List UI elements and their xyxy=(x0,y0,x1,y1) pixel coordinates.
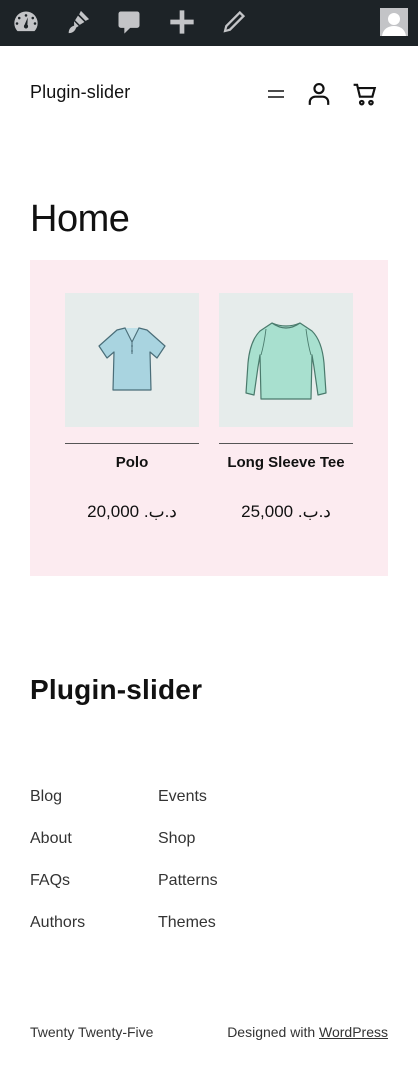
credit-prefix: Designed with xyxy=(227,1024,316,1040)
product-price: د.ب. 20,000 xyxy=(87,502,177,521)
product-name[interactable]: Long Sleeve Tee xyxy=(219,454,353,471)
account-icon[interactable] xyxy=(305,80,333,108)
comments-icon[interactable] xyxy=(114,7,144,37)
footer-link-patterns[interactable]: Patterns xyxy=(158,872,218,890)
footer-link-faqs[interactable]: FAQs xyxy=(30,872,70,890)
user-avatar-icon[interactable] xyxy=(380,8,408,36)
menu-icon[interactable] xyxy=(262,80,290,108)
page-title: Home xyxy=(30,198,130,240)
product-name[interactable]: Polo xyxy=(65,454,199,471)
footer-link-events[interactable]: Events xyxy=(158,788,207,806)
cart-icon[interactable] xyxy=(351,80,379,108)
footer-link-themes[interactable]: Themes xyxy=(158,914,216,932)
dashboard-icon[interactable] xyxy=(11,7,41,37)
admin-bar xyxy=(0,0,418,46)
footer-link-authors[interactable]: Authors xyxy=(30,914,85,932)
product-collection: Polo د.ب. 20,000 Long Sleeve Tee د.ب. 25… xyxy=(30,260,388,576)
wordpress-link[interactable]: WordPress xyxy=(319,1024,388,1040)
new-content-plus-icon[interactable] xyxy=(167,7,197,37)
product-card: Long Sleeve Tee د.ب. 25,000 xyxy=(219,293,353,522)
footer-link-blog[interactable]: Blog xyxy=(30,788,62,806)
footer-link-shop[interactable]: Shop xyxy=(158,830,195,848)
product-divider xyxy=(219,443,353,444)
customize-brush-icon[interactable] xyxy=(63,7,93,37)
site-title-link[interactable]: Plugin-slider xyxy=(30,82,130,103)
polo-shirt-image[interactable] xyxy=(65,293,199,427)
product-price: د.ب. 25,000 xyxy=(241,502,331,521)
designed-with-credit: Designed with WordPress xyxy=(227,1024,388,1040)
product-divider xyxy=(65,443,199,444)
edit-pencil-icon[interactable] xyxy=(219,7,249,37)
theme-credit: Twenty Twenty-Five xyxy=(30,1024,154,1040)
footer-site-title[interactable]: Plugin-slider xyxy=(30,674,202,706)
footer-link-about[interactable]: About xyxy=(30,830,72,848)
product-card: Polo د.ب. 20,000 xyxy=(65,293,199,522)
long-sleeve-tee-image[interactable] xyxy=(219,293,353,427)
